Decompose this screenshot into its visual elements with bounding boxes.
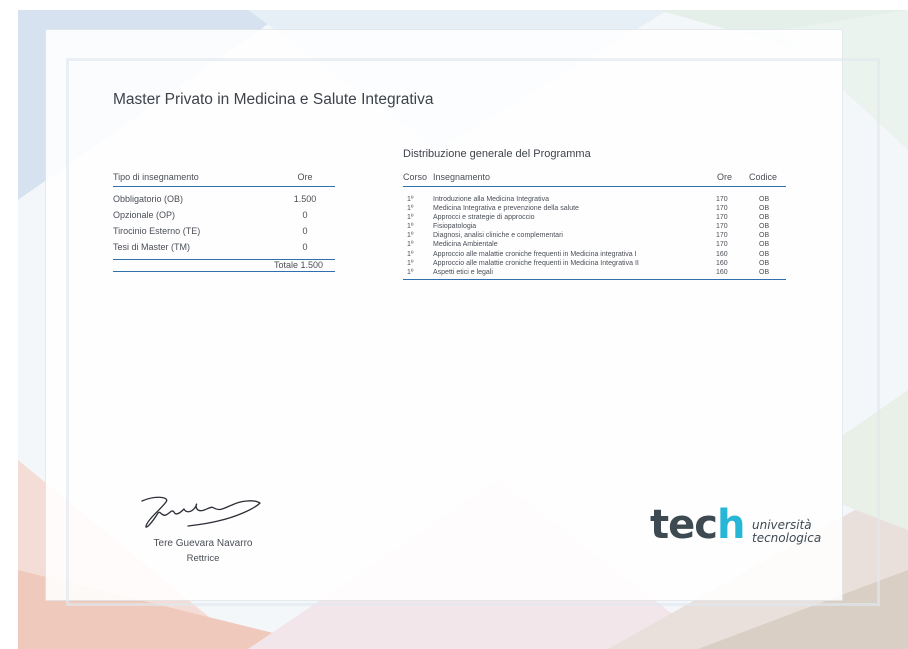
row-code: OB bbox=[759, 205, 770, 213]
table-row: 1º Aspetti etici e legali 160 OB bbox=[403, 268, 786, 277]
row-hours: 170 bbox=[716, 241, 728, 249]
divider bbox=[403, 278, 786, 280]
table-row: Tesi di Master (TM) 0 bbox=[113, 241, 335, 257]
divider bbox=[113, 271, 335, 272]
row-course: 1º bbox=[407, 232, 414, 240]
row-course: 1º bbox=[407, 250, 414, 258]
row-course: 1º bbox=[407, 214, 414, 222]
signatory-role: Rettrice bbox=[186, 553, 220, 564]
row-hours: 160 bbox=[716, 259, 728, 267]
row-hours: 160 bbox=[716, 268, 728, 276]
distribution-table: Corso Insegnamento Ore Codice 1º Introduz… bbox=[403, 171, 786, 280]
row-type: Tirocinio Esterno (TE) bbox=[113, 226, 201, 236]
table-row: 1º Approcci e strategie di approccio 170 OB bbox=[403, 213, 786, 222]
row-subject: Introduzione alla Medicina Integrativa bbox=[433, 196, 549, 203]
table-row: Opzionale (OP) 0 bbox=[113, 209, 335, 225]
table-row: 1º Medicina Integrativa e prevenzione del… bbox=[403, 204, 786, 213]
table-row: Obbligatorio (OB) 1.500 bbox=[113, 193, 335, 209]
row-hours: 170 bbox=[716, 223, 728, 231]
row-course: 1º bbox=[407, 223, 414, 231]
header-course: Corso bbox=[403, 172, 428, 182]
row-hours: 0 bbox=[302, 210, 308, 220]
row-hours: 170 bbox=[716, 214, 728, 222]
table-row: 1º Diagnosi, analisi cliniche e complemen… bbox=[403, 231, 786, 240]
row-subject: Aspetti etici e legali bbox=[433, 268, 493, 276]
row-code: OB bbox=[759, 268, 770, 276]
row-code: OB bbox=[759, 259, 770, 267]
row-hours: 170 bbox=[716, 232, 728, 240]
header-hours: Ore bbox=[297, 172, 313, 182]
row-subject: Medicina Integrativa e prevenzione della… bbox=[433, 205, 579, 213]
logo-subtitle: università tecnologica bbox=[752, 519, 821, 545]
row-course: 1º bbox=[407, 196, 414, 203]
distribution-table-header: Corso Insegnamento Ore Codice bbox=[403, 171, 786, 187]
row-hours: 0 bbox=[302, 226, 308, 236]
row-hours: 170 bbox=[716, 205, 728, 213]
row-subject: Diagnosi, analisi cliniche e complementa… bbox=[433, 232, 563, 240]
summary-table-header: Tipo di insegnamento Ore bbox=[113, 172, 335, 187]
row-hours: 1.500 bbox=[293, 194, 317, 204]
row-subject: Fisiopatologia bbox=[433, 223, 477, 231]
row-code: OB bbox=[759, 250, 770, 258]
logo-subtitle-line2: tecnologica bbox=[752, 531, 822, 545]
row-type: Opzionale (OP) bbox=[113, 210, 176, 220]
summary-total: Totale 1.500 bbox=[273, 260, 323, 270]
distribution-rows: 1º Introduzione alla Medicina Integrativa… bbox=[403, 187, 786, 277]
row-type: Obbligatorio (OB) bbox=[113, 194, 184, 204]
header-hours: Ore bbox=[717, 172, 733, 182]
row-subject: Medicina Ambientale bbox=[433, 241, 498, 249]
table-row: 1º Introduzione alla Medicina Integrativa… bbox=[403, 195, 786, 204]
table-row: Tirocinio Esterno (TE) 0 bbox=[113, 225, 335, 241]
row-subject: Approccio alle malattie croniche frequen… bbox=[433, 259, 639, 267]
row-course: 1º bbox=[407, 259, 414, 267]
row-subject: Approccio alle malattie croniche frequen… bbox=[433, 250, 637, 258]
table-row: 1º Approccio alle malattie croniche frequ… bbox=[403, 259, 786, 268]
row-type: Tesi di Master (TM) bbox=[113, 242, 191, 252]
table-row: 1º Approccio alle malattie croniche frequ… bbox=[403, 250, 786, 259]
distribution-title: Distribuzione generale del Programma bbox=[403, 148, 591, 160]
row-code: OB bbox=[759, 214, 770, 222]
logo-word-accent: h bbox=[716, 502, 746, 548]
signature-image bbox=[141, 496, 261, 528]
table-row: 1º Fisiopatologia 170 OB bbox=[403, 222, 786, 231]
logo-word-main: tec bbox=[650, 502, 718, 548]
row-subject: Approcci e strategie di approccio bbox=[433, 214, 535, 222]
row-hours: 170 bbox=[716, 196, 728, 203]
document-title: Master Privato in Medicina e Salute Inte… bbox=[113, 91, 434, 108]
university-logo: tech bbox=[650, 502, 746, 548]
row-code: OB bbox=[759, 241, 770, 249]
row-code: OB bbox=[759, 196, 770, 203]
row-code: OB bbox=[759, 232, 770, 240]
row-course: 1º bbox=[407, 268, 414, 276]
signatory-name: Tere Guevara Navarro bbox=[153, 538, 253, 549]
row-course: 1º bbox=[407, 205, 414, 213]
summary-table: Tipo di insegnamento Ore Obbligatorio (O… bbox=[113, 172, 335, 272]
row-code: OB bbox=[759, 223, 770, 231]
header-code: Codice bbox=[749, 172, 778, 182]
row-hours: 160 bbox=[716, 250, 728, 258]
table-row: 1º Medicina Ambientale 170 OB bbox=[403, 240, 786, 249]
header-type: Tipo di insegnamento bbox=[113, 172, 199, 182]
header-subject: Insegnamento bbox=[433, 172, 491, 182]
summary-rows: Obbligatorio (OB) 1.500 Opzionale (OP) 0 Tir… bbox=[113, 187, 335, 257]
row-course: 1º bbox=[407, 241, 414, 249]
row-hours: 0 bbox=[302, 242, 308, 252]
